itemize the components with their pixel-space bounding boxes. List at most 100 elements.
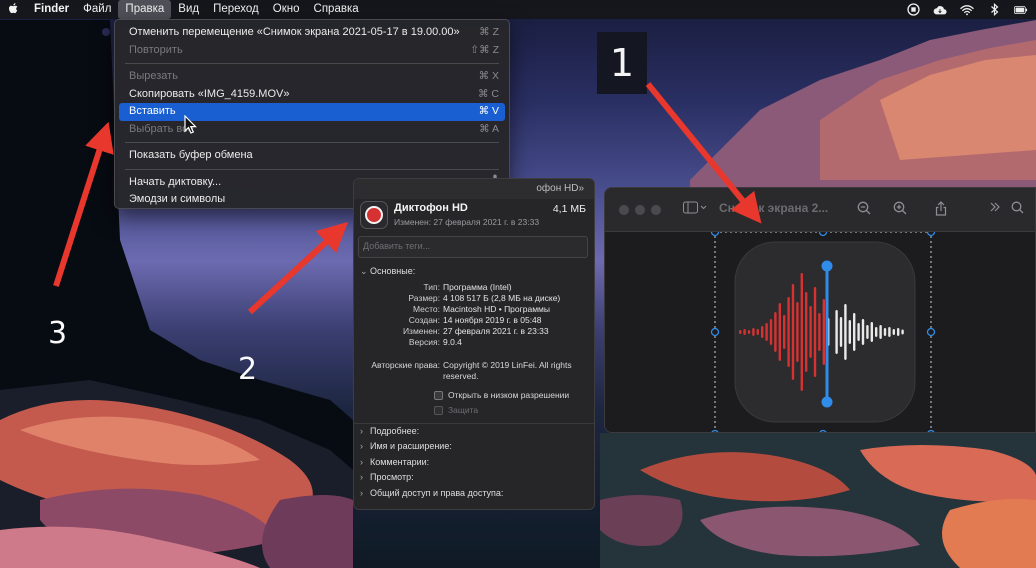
detail-value: 4 108 517 Б (2,8 МБ на диске) bbox=[443, 292, 561, 303]
waveform-bar bbox=[866, 325, 869, 339]
section-more-info[interactable]: › Подробнее: bbox=[354, 424, 594, 440]
waveform-bar bbox=[870, 322, 873, 342]
section-comments[interactable]: › Комментарии: bbox=[354, 455, 594, 471]
waveform-bar bbox=[848, 320, 851, 344]
chevron-right-icon: › bbox=[360, 425, 363, 436]
detail-value: 14 ноября 2019 г. в 05:48 bbox=[443, 314, 542, 325]
waveform-bar bbox=[879, 325, 882, 339]
detail-value: Программа (Intel) bbox=[443, 281, 512, 292]
menu-file[interactable]: Файл bbox=[76, 0, 118, 19]
waveform-bar bbox=[761, 326, 764, 338]
menu-item-undo[interactable]: Отменить перемещение «Снимок экрана 2021… bbox=[119, 24, 505, 42]
menu-go[interactable]: Переход bbox=[206, 0, 266, 19]
menu-item-label: Скопировать «IMG_4159.MOV» bbox=[129, 87, 290, 100]
tags-field[interactable]: Добавить теги... bbox=[358, 236, 588, 258]
menu-finder[interactable]: Finder bbox=[34, 0, 76, 19]
waveform-bar bbox=[739, 330, 742, 334]
bluetooth-icon[interactable] bbox=[987, 3, 1001, 17]
annotation-label-1: 1 bbox=[597, 32, 647, 94]
battery-icon[interactable] bbox=[1014, 3, 1028, 17]
menu-item-redo[interactable]: Повторить ⇧⌘ Z bbox=[119, 42, 505, 60]
menu-bar: Finder Файл Правка Вид Переход Окно Спра… bbox=[0, 0, 1036, 19]
section-label: Просмотр: bbox=[370, 472, 414, 482]
menu-help[interactable]: Справка bbox=[307, 0, 366, 19]
menu-separator bbox=[125, 63, 499, 64]
detail-row: Место: Macintosh HD • Программы bbox=[354, 304, 594, 315]
waveform-bar bbox=[769, 319, 773, 345]
section-general[interactable]: ⌄ Основные: bbox=[354, 264, 594, 280]
info-header: Диктофон HD Изменен: 27 февраля 2021 г. … bbox=[354, 199, 594, 233]
menu-item-label: Эмодзи и символы bbox=[129, 193, 226, 205]
waveform-bar bbox=[861, 319, 865, 345]
menu-item-copy[interactable]: Скопировать «IMG_4159.MOV» ⌘ C bbox=[119, 86, 505, 104]
menu-item-show-clipboard[interactable]: Показать буфер обмена bbox=[119, 147, 505, 165]
cloud-icon[interactable] bbox=[933, 3, 947, 17]
waveform-bar bbox=[892, 329, 895, 335]
shortcut-label: ⌘ C bbox=[478, 87, 499, 100]
sidebar-toggle-icon[interactable] bbox=[683, 201, 707, 218]
get-info-window: офон HD» Диктофон HD Изменен: 27 февраля… bbox=[353, 178, 595, 510]
zoom-in-icon[interactable] bbox=[893, 201, 907, 218]
toolbar-overflow-icon[interactable] bbox=[989, 201, 1001, 216]
preview-canvas bbox=[605, 227, 1036, 433]
waveform-bar bbox=[752, 328, 755, 336]
search-icon[interactable] bbox=[1011, 201, 1024, 217]
locked-checkbox[interactable]: Защита bbox=[434, 403, 594, 418]
detail-key: Тип: bbox=[423, 281, 440, 292]
menu-item-label: Вырезать bbox=[129, 70, 178, 82]
checkbox-box[interactable] bbox=[434, 390, 443, 400]
waveform-bar bbox=[818, 313, 821, 351]
waveform-bar bbox=[853, 313, 856, 351]
section-sharing-permissions[interactable]: › Общий доступ и права доступа: bbox=[354, 486, 594, 502]
section-name-extension[interactable]: › Имя и расширение: bbox=[354, 439, 594, 455]
stop-recording-icon[interactable] bbox=[906, 3, 920, 17]
apple-logo-icon[interactable] bbox=[8, 2, 22, 18]
modified-date: Изменен: 27 февраля 2021 г. в 23:33 bbox=[394, 217, 540, 227]
checkbox-box[interactable] bbox=[434, 405, 443, 415]
minimize-button[interactable] bbox=[635, 205, 645, 215]
menu-item-label: Показать буфер обмена bbox=[129, 149, 253, 161]
shortcut-label: ⌘ X bbox=[478, 70, 499, 82]
open-low-resolution-checkbox[interactable]: Открыть в низком разрешении bbox=[434, 388, 594, 403]
detail-row: Изменен: 27 февраля 2021 г. в 23:33 bbox=[354, 326, 594, 337]
preview-title: Снимок экрана 2... bbox=[719, 201, 829, 215]
detail-value: Copyright © 2019 LinFei. All rights rese… bbox=[443, 359, 572, 381]
section-preview[interactable]: › Просмотр: bbox=[354, 470, 594, 486]
waveform-bar bbox=[875, 327, 878, 337]
detail-key: Создан: bbox=[408, 314, 440, 325]
waveform-bar bbox=[809, 306, 812, 358]
waveform-bar bbox=[756, 329, 759, 335]
zoom-button[interactable] bbox=[651, 205, 661, 215]
menu-edit[interactable]: Правка bbox=[118, 0, 172, 19]
waveform-bar bbox=[888, 327, 891, 337]
close-button[interactable] bbox=[619, 205, 629, 215]
menu-item-select-all[interactable]: Выбрать все ⌘ A bbox=[119, 121, 505, 139]
detail-key: Версия: bbox=[408, 336, 440, 347]
general-details: Тип: Программа (Intel) Размер: 4 108 517 Б… bbox=[354, 282, 594, 348]
detail-key: Место: bbox=[412, 303, 440, 314]
waveform-bar bbox=[778, 303, 781, 361]
wifi-icon[interactable] bbox=[960, 3, 974, 17]
zoom-out-icon[interactable] bbox=[857, 201, 871, 218]
section-label: Основные: bbox=[370, 266, 416, 276]
chevron-right-icon: › bbox=[360, 487, 363, 498]
menu-window[interactable]: Окно bbox=[266, 0, 307, 19]
shortcut-label: ⌘ Z bbox=[479, 26, 499, 38]
waveform-bar bbox=[883, 328, 887, 336]
detail-value: 27 февраля 2021 г. в 23:33 bbox=[443, 325, 549, 336]
shortcut-label: ⌘ V bbox=[478, 105, 499, 117]
menu-view[interactable]: Вид bbox=[171, 0, 206, 19]
share-icon[interactable] bbox=[935, 201, 947, 219]
copyright-row: Авторские права: Copyright © 2019 LinFei… bbox=[354, 360, 594, 382]
waveform-bar bbox=[822, 299, 825, 365]
waveform-bar bbox=[765, 323, 768, 341]
shortcut-label: ⌘ A bbox=[479, 122, 499, 135]
waveform-bar bbox=[897, 328, 900, 336]
voice-memo-app-image[interactable] bbox=[605, 227, 1036, 433]
menu-item-paste[interactable]: Вставить ⌘ V bbox=[119, 103, 505, 121]
detail-value: 9.0.4 bbox=[443, 336, 462, 347]
waveform-bar bbox=[747, 330, 751, 334]
menu-separator bbox=[125, 142, 499, 143]
menu-item-cut[interactable]: Вырезать ⌘ X bbox=[119, 68, 505, 86]
detail-key: Авторские права: bbox=[371, 359, 440, 370]
